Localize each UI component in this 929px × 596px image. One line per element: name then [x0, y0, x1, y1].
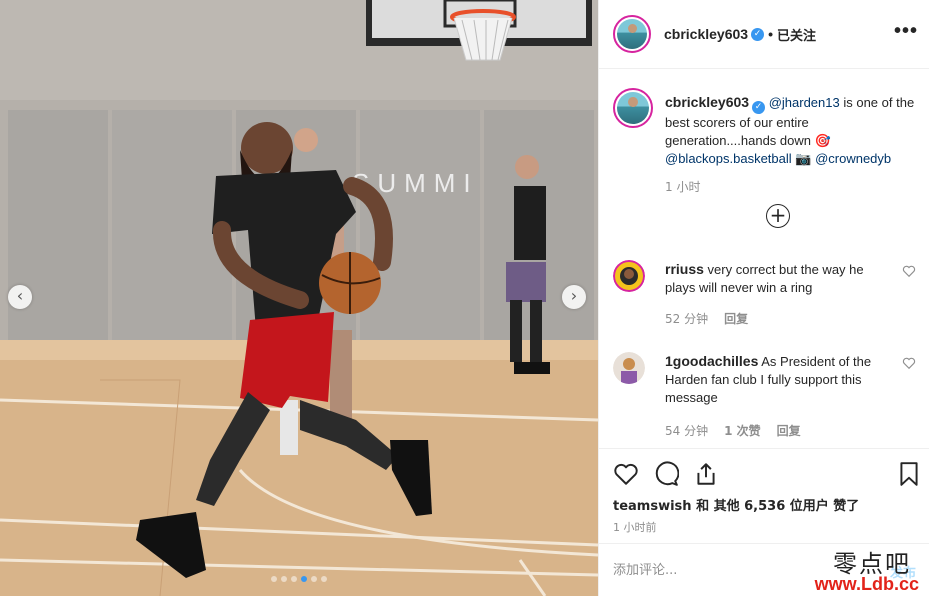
previous-photo-button[interactable]: ‹ [8, 285, 32, 309]
comment-timestamp: 54 分钟 [665, 424, 709, 438]
verified-badge-icon: ✓ [751, 27, 765, 41]
comment-meta: 52 分钟 回复 [665, 310, 748, 327]
carousel-dot [301, 576, 307, 582]
load-more-comments-icon[interactable]: + [766, 204, 790, 228]
mention-blackops-basketball[interactable]: @blackops.basketball [665, 151, 792, 166]
reply-button[interactable]: 回复 [724, 310, 748, 327]
author-avatar[interactable] [613, 15, 651, 53]
post-timestamp: 1 小时前 [613, 521, 657, 534]
header-separator: • [768, 26, 773, 42]
comment-text: 1goodachilles As President of the Harden… [665, 352, 880, 407]
author-username[interactable]: cbrickley603 [664, 26, 748, 42]
liked-by-username[interactable]: teamswish [613, 499, 692, 514]
verified-badge-icon: ✓ [752, 101, 766, 114]
post-photo[interactable]: SUMMI ‹ › [0, 0, 598, 596]
share-icon[interactable] [693, 461, 719, 487]
save-bookmark-icon[interactable] [896, 461, 922, 487]
comment-text: rriuss very correct but the way he plays… [665, 260, 880, 297]
caption-author-username[interactable]: cbrickley603 [665, 94, 749, 110]
caption-author-avatar[interactable] [613, 88, 653, 128]
comment-likes-count[interactable]: 1 次赞 [724, 422, 761, 439]
reply-button[interactable]: 回复 [777, 422, 801, 439]
mention-crownedyb[interactable]: @crownedyb [815, 151, 891, 166]
next-photo-button[interactable]: › [562, 285, 586, 309]
caption-text: cbrickley603 ✓ @jharden13 is one of the b… [665, 93, 915, 168]
likes-summary[interactable]: teamswish 和 其他 6,536 位用户 赞了 [613, 495, 859, 514]
comment-bubble-icon[interactable] [653, 461, 679, 487]
follow-status-button[interactable]: 已关注 [777, 25, 816, 44]
likes-count-text[interactable]: 和 其他 6,536 位用户 赞了 [692, 499, 859, 514]
like-heart-icon[interactable] [613, 461, 639, 487]
carousel-dot [291, 576, 297, 582]
carousel-dot [321, 576, 327, 582]
basketball-photo: SUMMI [0, 0, 598, 596]
like-comment-heart-icon[interactable] [902, 264, 916, 278]
commenter-avatar[interactable] [613, 352, 645, 384]
like-comment-heart-icon[interactable] [902, 356, 916, 370]
post-header: cbrickley603 ✓ • 已关注 ••• [599, 0, 929, 69]
carousel-indicator [0, 576, 598, 582]
caption-timestamp: 1 小时 [665, 180, 701, 194]
site-watermark: 零点吧 www.Ldb.cc [800, 540, 925, 596]
comment-timestamp: 52 分钟 [665, 312, 709, 326]
carousel-dot [311, 576, 317, 582]
mention-jharden13[interactable]: @jharden13 [769, 95, 840, 110]
comment-username[interactable]: rriuss [665, 261, 704, 277]
comment-meta: 54 分钟 1 次赞 回复 [665, 422, 801, 439]
commenter-avatar[interactable] [613, 260, 645, 292]
carousel-dot [271, 576, 277, 582]
watermark-url: www.Ldb.cc [814, 574, 919, 594]
more-options-icon[interactable]: ••• [894, 20, 918, 43]
carousel-dot [281, 576, 287, 582]
post-actions: teamswish 和 其他 6,536 位用户 赞了 1 小时前 [599, 448, 929, 543]
camera-emoji: 📷 [791, 151, 816, 166]
post-details-panel: cbrickley603 ✓ • 已关注 ••• cbrickley603 ✓ @… [598, 0, 929, 596]
comment-username[interactable]: 1goodachilles [665, 353, 758, 369]
